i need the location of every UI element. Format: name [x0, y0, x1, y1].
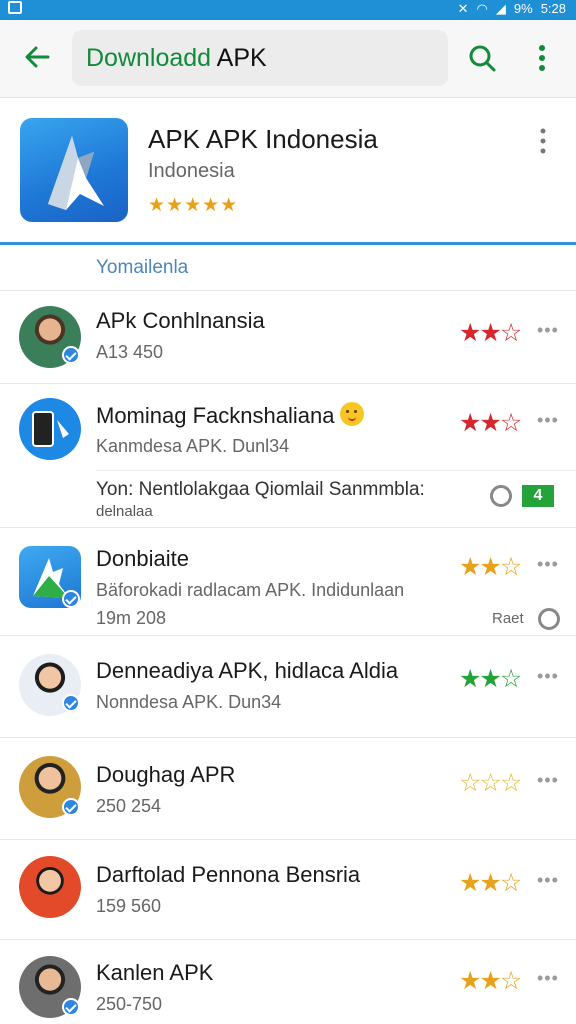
item-sub-info: Yon: Nentlolakgaa Qiomlail Sanmmbla: del… [96, 470, 576, 526]
green-badge-icon[interactable]: 4 [522, 485, 554, 507]
item-title-text: Mominag Facknshaliana [96, 403, 335, 428]
clock: 5:28 [540, 1, 566, 16]
item-meta: Kanmdesa APK. Dunl34 [96, 436, 290, 456]
item-meta: 250-750 [96, 994, 163, 1014]
app-header-card[interactable]: APK APK Indonesia Indonesia ★★★★★ [0, 98, 576, 245]
item-more-icon[interactable]: ••• [537, 968, 559, 989]
status-icons: ✕ ◠ ◢ 9% 5:28 [458, 0, 566, 18]
item-more-icon[interactable]: ••• [537, 770, 559, 791]
list-item[interactable]: Denneadiya APK, hidlaca Aldia Nonndesa A… [0, 636, 576, 738]
mute-icon: ✕ [457, 1, 469, 16]
item-meta: Nonndesa APK. Dun34 [96, 692, 282, 712]
item-rating-stars: ★★☆ [459, 869, 522, 897]
item-rating-stars: ★★☆ [459, 319, 522, 347]
item-more-icon[interactable]: ••• [537, 410, 559, 431]
verified-badge-icon [62, 346, 80, 364]
verified-badge-icon [62, 998, 80, 1016]
item-more-icon[interactable]: ••• [537, 320, 559, 341]
list-item[interactable]: Mominag Facknshaliana Kanmdesa APK. Dunl… [0, 384, 576, 528]
item-meta: Bäforokadi radlacam APK. Indidunlaan [96, 580, 405, 600]
search-field[interactable]: Downloadd APK [72, 30, 448, 86]
item-rating-stars: ★★☆ [459, 967, 522, 995]
item-title: APk Conhlnansia [96, 308, 265, 333]
verified-badge-icon [62, 590, 80, 608]
smiley-emoji-icon [340, 402, 365, 426]
item-rating-stars: ★★☆ [459, 409, 522, 437]
section-header: Yomailenla [0, 245, 576, 291]
item-title: Mominag Facknshaliana [96, 402, 365, 429]
notification-icon [8, 1, 22, 14]
title-part-dark: APK [211, 44, 267, 72]
section-label: Yomailenla [96, 257, 189, 278]
list-item[interactable]: APk Conhlnansia A13 450 ★★☆ ••• [0, 292, 576, 384]
item-title: Doughag APR [96, 762, 236, 787]
signal-icon: ◢ [495, 1, 506, 16]
item-rating-stars: ★★☆ [459, 665, 522, 693]
item-title: Darftolad Pennona Bensria [96, 862, 361, 887]
list-item[interactable]: Donbiaite Bäforokadi radlacam APK. Indid… [0, 528, 576, 636]
app-logo [20, 118, 128, 222]
card-more-icon[interactable] [536, 126, 550, 156]
item-more-icon[interactable]: ••• [537, 870, 559, 891]
battery-level: 9% [513, 1, 533, 16]
verified-badge-icon [62, 798, 80, 816]
sub-info-text: Yon: Nentlolakgaa Qiomlail Sanmmbla: [96, 479, 425, 500]
item-rating-stars: ★★☆ [459, 553, 522, 581]
circle-icon[interactable] [490, 485, 512, 507]
top-app-bar: Downloadd APK [0, 20, 576, 98]
item-title: Kanlen APK [96, 960, 214, 985]
wifi-icon: ◠ [476, 1, 488, 16]
item-meta: 250 254 [96, 796, 162, 816]
item-meta-secondary: 19m 208 [96, 608, 167, 628]
list-item[interactable]: Kanlen APK 250-750 ★★☆ ••• [0, 940, 576, 1024]
item-side-label: Raet [492, 610, 524, 627]
avatar [19, 398, 81, 460]
avatar [19, 856, 81, 918]
item-meta: 159 560 [96, 896, 162, 916]
search-icon[interactable] [466, 42, 498, 74]
item-more-icon[interactable]: ••• [537, 666, 559, 687]
app-logo-graphic [48, 136, 104, 210]
sub-info-caption: delnalaa [96, 503, 153, 520]
list-item[interactable]: Darftolad Pennona Bensria 159 560 ★★☆ ••… [0, 840, 576, 940]
more-vert-icon[interactable] [532, 42, 552, 74]
app-subtitle: Indonesia [148, 160, 235, 182]
phone-graphic [32, 411, 69, 447]
toolbar-title: Downloadd APK [86, 44, 267, 73]
verified-badge-icon [62, 694, 80, 712]
app-rating-stars: ★★★★★ [148, 195, 239, 216]
title-part-green: Downloadd [86, 44, 212, 72]
item-rating-stars: ☆☆☆ [459, 769, 522, 797]
item-meta: A13 450 [96, 342, 164, 362]
app-name: APK APK Indonesia [148, 124, 378, 154]
item-title: Denneadiya APK, hidlaca Aldia [96, 658, 399, 683]
list-item[interactable]: Doughag APR 250 254 ☆☆☆ ••• [0, 738, 576, 840]
circle-icon[interactable] [538, 608, 560, 630]
item-title: Donbiaite [96, 546, 189, 571]
item-more-icon[interactable]: ••• [537, 554, 559, 575]
status-bar: ✕ ◠ ◢ 9% 5:28 [0, 0, 576, 20]
back-arrow-icon[interactable] [22, 42, 52, 72]
